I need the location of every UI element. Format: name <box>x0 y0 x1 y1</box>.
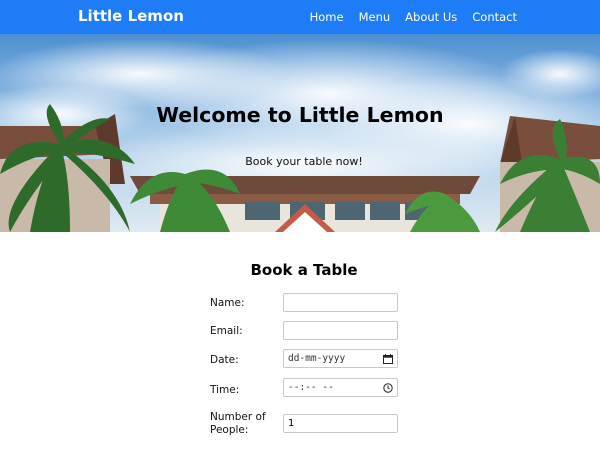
clock-icon[interactable] <box>383 382 393 393</box>
name-input[interactable] <box>283 293 398 312</box>
hero-banner: Welcome to Little Lemon Book your table … <box>0 34 600 232</box>
time-label: Time: <box>210 384 240 396</box>
time-input[interactable]: --:-- -- <box>283 378 398 397</box>
main-nav: Home Menu About Us Contact <box>310 10 517 24</box>
number-of-people-value: 1 <box>288 418 295 429</box>
people-label-line2: People: <box>210 424 249 436</box>
brand-logo-text[interactable]: Little Lemon <box>78 7 184 25</box>
people-label-line1: Number of <box>210 411 266 423</box>
hero-subtitle: Book your table now! <box>245 155 363 168</box>
email-input[interactable] <box>283 321 398 340</box>
nav-link-menu[interactable]: Menu <box>359 10 391 24</box>
number-of-people-input[interactable]: 1 <box>283 414 398 433</box>
top-navbar: Little Lemon Home Menu About Us Contact <box>0 0 600 34</box>
hero-title: Welcome to Little Lemon <box>156 103 444 127</box>
date-input[interactable]: dd-mm-yyyy <box>283 349 398 368</box>
nav-link-about-us[interactable]: About Us <box>405 10 457 24</box>
people-label: Number of People: <box>210 411 266 437</box>
calendar-icon[interactable] <box>383 353 393 364</box>
nav-link-contact[interactable]: Contact <box>472 10 517 24</box>
name-label: Name: <box>210 297 245 309</box>
booking-section-title: Book a Table <box>250 261 358 279</box>
time-input-placeholder: --:-- -- <box>288 382 334 393</box>
email-label: Email: <box>210 325 243 337</box>
date-input-placeholder: dd-mm-yyyy <box>288 353 346 364</box>
nav-link-home[interactable]: Home <box>310 10 344 24</box>
hero-background-image <box>0 34 600 232</box>
date-label: Date: <box>210 354 239 366</box>
